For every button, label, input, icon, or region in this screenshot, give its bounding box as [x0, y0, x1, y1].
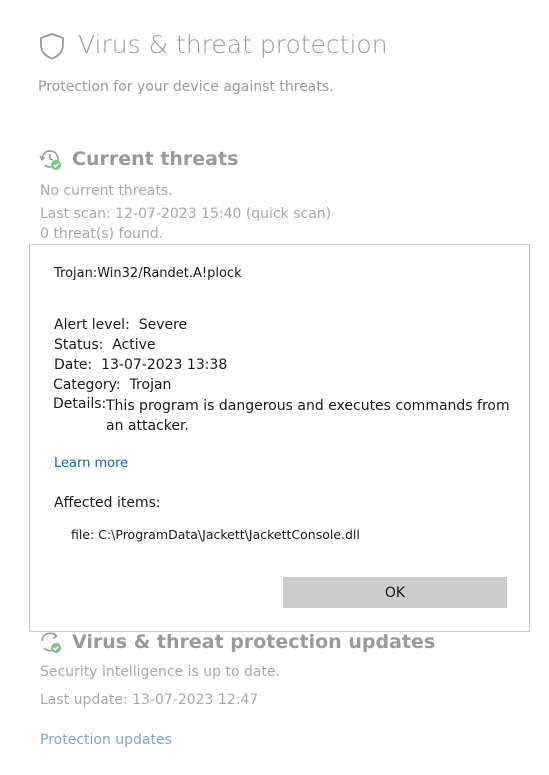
- category-value: Trojan: [129, 377, 172, 393]
- current-threats-heading: Current threats: [72, 148, 239, 170]
- protection-updates-link[interactable]: Protection updates: [40, 732, 172, 748]
- status-row: Status: Active: [54, 337, 156, 353]
- alert-level-value: Severe: [138, 317, 188, 333]
- status-value: Active: [112, 337, 156, 353]
- page-subtitle: Protection for your device against threa…: [38, 79, 334, 95]
- category-row: Category: Trojan: [53, 377, 171, 393]
- ok-button[interactable]: OK: [283, 577, 507, 608]
- category-label: Category:: [53, 377, 126, 393]
- threats-found-text: 0 threat(s) found.: [40, 226, 164, 242]
- update-status-text: Security intelligence is up to date.: [40, 664, 280, 680]
- affected-item-file: file: C:\ProgramData\Jackett\JackettCons…: [71, 527, 360, 542]
- last-update-text: Last update: 13-07-2023 12:47: [40, 692, 259, 708]
- last-scan-text: Last scan: 12-07-2023 15:40 (quick scan): [40, 206, 332, 222]
- date-label: Date:: [54, 357, 97, 373]
- alert-level-row: Alert level: Severe: [54, 317, 187, 333]
- threat-details-dialog: Trojan:Win32/Randet.A!plock Alert level:…: [29, 244, 530, 632]
- date-row: Date: 13-07-2023 13:38: [54, 357, 227, 373]
- date-value: 13-07-2023 13:38: [101, 357, 228, 373]
- details-label: Details:: [53, 396, 107, 412]
- shield-icon: [40, 33, 64, 60]
- updates-heading: Virus & threat protection updates: [72, 631, 436, 653]
- status-label: Status:: [54, 337, 108, 353]
- affected-items-label: Affected items:: [54, 495, 161, 511]
- details-value: This program is dangerous and executes c…: [106, 398, 510, 434]
- learn-more-link[interactable]: Learn more: [54, 456, 128, 471]
- page-title: Virus & threat protection: [78, 30, 388, 59]
- threat-name: Trojan:Win32/Randet.A!plock: [54, 266, 242, 281]
- alert-level-label: Alert level:: [54, 317, 135, 333]
- no-threats-text: No current threats.: [40, 183, 173, 199]
- scan-history-icon: [39, 150, 61, 170]
- update-refresh-icon: [41, 632, 61, 653]
